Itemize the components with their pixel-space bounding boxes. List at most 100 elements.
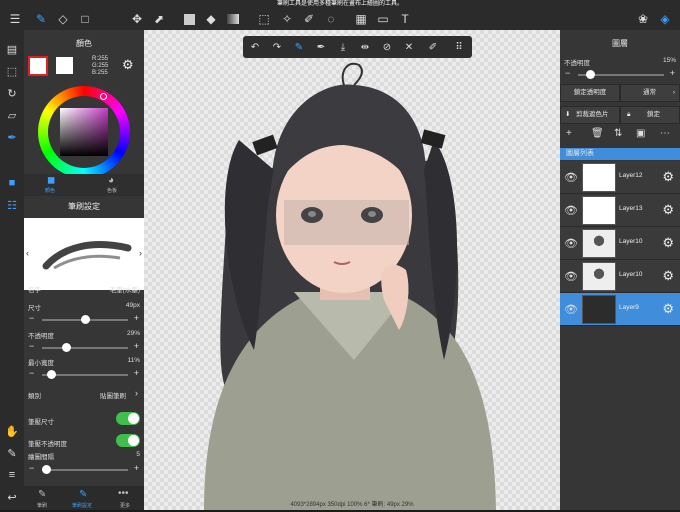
color-tab-icon[interactable]: ◼ [47,175,55,186]
pen-select-icon[interactable]: ✐ [300,10,318,28]
pages-icon[interactable]: ▤ [3,40,21,58]
gear-icon[interactable]: ⚙ [662,202,674,218]
eye-icon[interactable]: 👁︎ [564,204,578,217]
brush-type-row[interactable]: 類別 貼圖筆刷 › [24,388,144,404]
drawing-canvas[interactable] [144,30,560,510]
size-slider[interactable] [42,315,128,324]
layer-row[interactable]: 👁︎ Layer10 ⚙ [560,227,680,260]
hand-icon[interactable]: ✋ [3,422,21,440]
brush-settings-tab-label[interactable]: 筆刷設定 [72,502,92,509]
min-width-minus-icon[interactable]: − [29,368,34,378]
brush-tool-icon[interactable]: ✎ [32,10,50,28]
size-plus-icon[interactable]: + [134,313,139,323]
more-icon[interactable]: ⋯ [660,128,670,139]
bucket-tool-icon[interactable]: ◆ [202,10,220,28]
next-brush-icon[interactable]: › [139,248,142,258]
reorder-icon[interactable]: ⇅ [614,128,622,139]
gear-icon[interactable]: ⚙ [662,268,674,284]
eyedropper-small-icon[interactable]: ✎ [3,444,21,462]
gradient-tool-icon[interactable] [224,10,242,28]
gear-icon[interactable]: ⚙ [662,301,674,317]
grip-dots-icon[interactable]: ⠿ [451,39,467,55]
add-layer-icon[interactable]: + [566,128,572,139]
menu-icon[interactable]: ☰ [6,10,24,28]
opacity-plus-icon[interactable]: + [134,341,139,351]
size-minus-icon[interactable]: − [29,313,34,323]
spacing-plus-icon[interactable]: + [134,463,139,473]
undo-icon[interactable]: ↶ [247,39,263,55]
download-icon[interactable]: ⤓ [335,39,351,55]
size-slider-knob[interactable] [80,315,90,324]
rect-tool-icon[interactable]: □ [76,10,94,28]
materials-icon[interactable]: ❀ [634,10,652,28]
layer-opacity-minus-icon[interactable]: − [565,68,570,78]
layers-icon[interactable]: ◈ [656,10,674,28]
eyedropper-quick-icon[interactable]: ✒ [313,39,329,55]
text-tool-icon[interactable]: T [396,10,414,28]
flip-icon[interactable]: ⇹ [357,39,373,55]
spacing-slider[interactable] [41,465,128,474]
edit-icon[interactable]: ✐ [425,39,441,55]
layer-row[interactable]: 👁︎ Layer12 ⚙ [560,161,680,194]
eye-icon[interactable]: 👁︎ [564,270,578,283]
eraser-tool-icon[interactable]: ◇ [54,10,72,28]
lock-alpha-button[interactable]: 鎖定透明度 [560,84,620,102]
layer-opacity-plus-icon[interactable]: + [670,68,675,78]
magic-wand-icon[interactable]: ✧ [278,10,296,28]
clipping-mask-button[interactable]: ⬇ 剪裁遮色片 [560,106,620,124]
redo-icon[interactable]: ↷ [269,39,285,55]
saturation-square[interactable] [60,108,108,156]
opacity-slider-knob[interactable] [62,343,72,352]
palette-tab-icon[interactable]: ◕ [108,175,114,186]
ruler-icon[interactable]: ▱ [3,106,21,124]
secondary-color-swatch[interactable] [56,57,73,74]
delete-layer-icon[interactable]: 🗑︎ [591,128,604,139]
color-wheel[interactable] [38,86,130,178]
snap-off-icon[interactable]: ⊘ [379,39,395,55]
move-tool-icon[interactable]: ✥ [128,10,146,28]
menu-lines-icon[interactable]: ≡ [3,466,21,484]
brush-settings-panel-icon[interactable]: ☷ [3,196,21,214]
select-tool-icon[interactable]: ⬚ [255,10,273,28]
brush-tab-icon[interactable]: ✎ [38,489,46,500]
eye-icon[interactable]: 👁︎ [564,303,578,316]
lock-layer-button[interactable]: 🔒︎ 鎖定 [620,106,680,124]
clear-icon[interactable]: ✕ [401,39,417,55]
eye-icon[interactable]: 👁︎ [564,171,578,184]
gear-icon[interactable]: ⚙ [662,235,674,251]
merge-icon[interactable]: ▣ [636,128,645,139]
spacing-minus-icon[interactable]: − [29,463,34,473]
brush-tab-label[interactable]: 筆刷 [37,502,47,509]
layer-row[interactable]: 👁︎ Layer13 ⚙ [560,194,680,227]
primary-color-swatch[interactable] [28,56,48,76]
more-tab-label[interactable]: 更多 [120,502,130,509]
layer-row[interactable]: 👁︎ Layer10 ⚙ [560,260,680,293]
opacity-minus-icon[interactable]: − [29,341,34,351]
hue-marker[interactable] [100,93,107,100]
layer-row-selected[interactable]: 👁︎ Layer9 ⚙ [560,293,680,326]
rotate-icon[interactable]: ↻ [3,84,21,102]
opacity-slider[interactable] [42,343,128,352]
filter-icon[interactable]: ▦ [352,10,370,28]
brush-quick-icon[interactable]: ✎ [291,39,307,55]
pressure-opacity-toggle[interactable] [116,434,140,447]
eyedropper-icon[interactable]: ✒ [3,128,21,146]
min-width-slider-knob[interactable] [46,370,56,379]
more-dots-icon[interactable]: ••• [118,488,129,499]
blend-mode-select[interactable]: 通常 › [620,84,680,102]
color-panel-icon[interactable]: ■ [3,174,21,192]
lasso-fill-icon[interactable]: ◌ [322,10,340,28]
min-width-plus-icon[interactable]: + [134,368,139,378]
frame-icon[interactable]: ▭ [374,10,392,28]
prev-brush-icon[interactable]: ‹ [26,248,29,258]
eye-icon[interactable]: 👁︎ [564,237,578,250]
undo-arrow-icon[interactable]: ↩ [3,488,21,506]
color-settings-gear-icon[interactable]: ⚙ [122,57,134,73]
palette-tab-label[interactable]: 色板 [107,187,117,194]
brush-settings-tab-icon[interactable]: ✎ [79,489,87,500]
gear-icon[interactable]: ⚙ [662,169,674,185]
color-tab-label[interactable]: 顏色 [45,187,55,194]
min-width-slider[interactable] [42,370,128,379]
layer-opacity-knob[interactable] [586,70,596,79]
spacing-slider-knob[interactable] [41,465,51,474]
